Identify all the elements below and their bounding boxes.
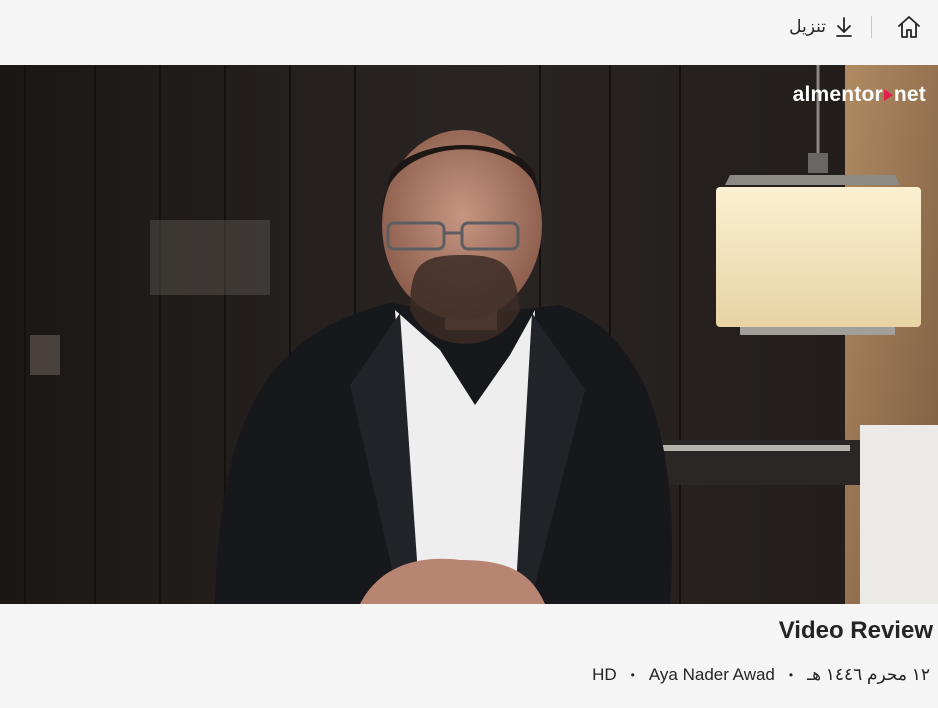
toolbar-divider <box>871 16 872 38</box>
author-name[interactable]: Aya Nader Awad <box>649 665 775 685</box>
video-meta: ١٢ محرم ١٤٤٦ هـ • Aya Nader Awad • HD <box>592 665 930 685</box>
meta-bullet: • <box>630 668 635 682</box>
video-title: Video Review <box>778 617 933 644</box>
home-icon <box>898 16 920 38</box>
quality-badge: HD <box>592 665 617 684</box>
logo-play-mark <box>883 89 893 101</box>
top-toolbar: تنزيل <box>0 0 938 65</box>
upload-date: ١٢ محرم ١٤٤٦ هـ <box>807 665 930 684</box>
home-button[interactable] <box>894 12 924 42</box>
video-frame <box>0 65 938 604</box>
download-button[interactable]: تنزيل <box>789 12 854 42</box>
video-player[interactable]: almentor net <box>0 65 938 604</box>
download-label: تنزيل <box>789 17 826 36</box>
almentor-logo: almentor net <box>792 83 926 106</box>
meta-bullet: • <box>788 668 794 682</box>
download-icon <box>836 17 852 37</box>
